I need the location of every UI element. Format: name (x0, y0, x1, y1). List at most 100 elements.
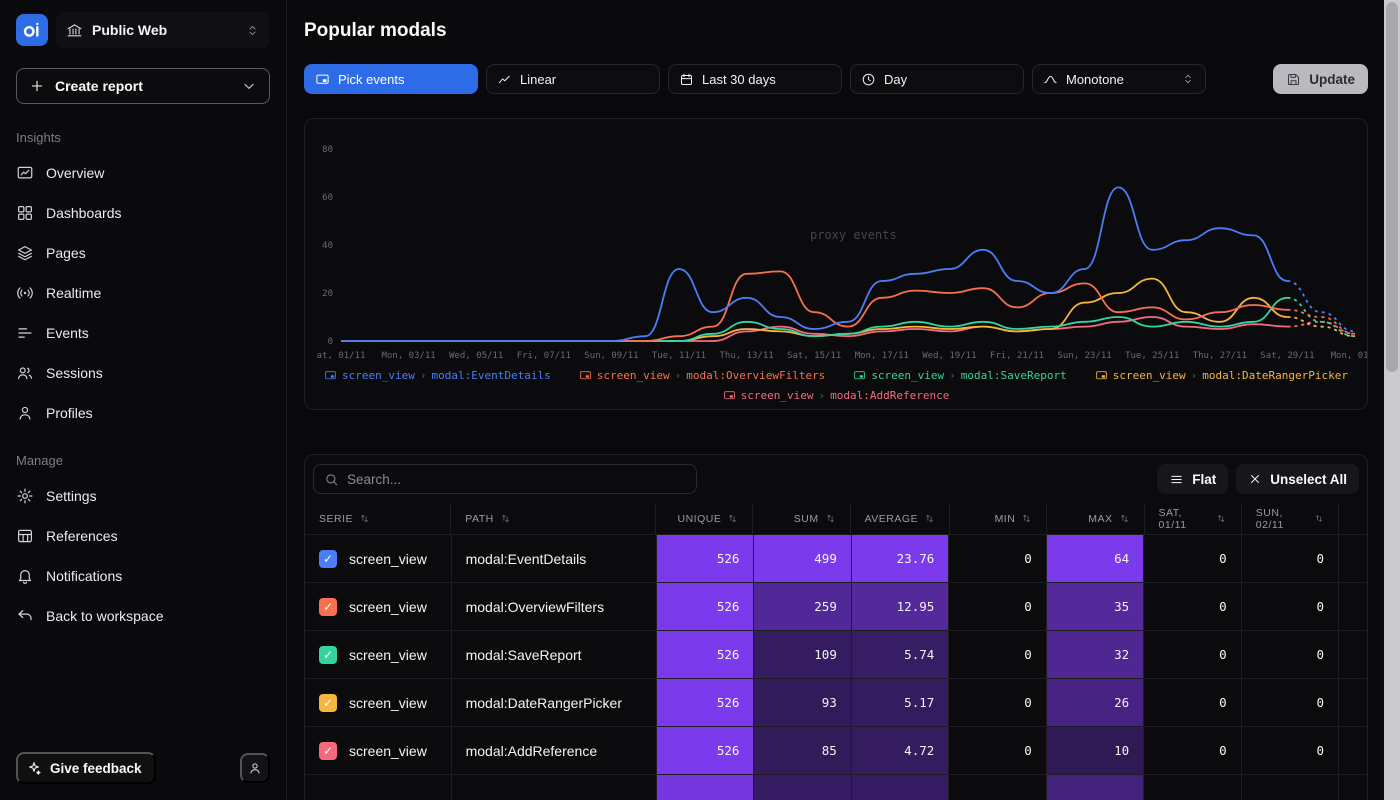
filter-pick-events-button[interactable]: Pick events (304, 64, 478, 94)
workspace-selector[interactable]: Public Web (56, 12, 270, 48)
sidebar-item-realtime[interactable]: Realtime (0, 273, 286, 313)
sat-cell: 0 (1143, 631, 1240, 678)
sidebar-item-pages[interactable]: Pages (0, 233, 286, 273)
legend-path: modal:EventDetails (432, 369, 551, 382)
svg-text:proxy events: proxy events (810, 228, 897, 242)
svg-text:Thu, 27/11: Thu, 27/11 (1193, 351, 1247, 361)
unselect-all-button[interactable]: Unselect All (1236, 464, 1359, 494)
column-label: Max (1088, 513, 1112, 525)
sidebar-item-references[interactable]: References (0, 516, 286, 556)
table-row: ✓screen_viewmodal:SaveReport5261095.7403… (305, 631, 1367, 679)
sun-cell (1241, 775, 1338, 800)
plus-icon (29, 78, 45, 94)
sidebar-item-label: Realtime (46, 285, 101, 301)
update-button[interactable]: Update (1273, 64, 1368, 94)
column-header-serie[interactable]: Serie (305, 503, 450, 534)
sidebar-nav: InsightsOverviewDashboardsPages Realtime E… (0, 110, 286, 636)
svg-text:Tue, 11/11: Tue, 11/11 (652, 351, 706, 361)
legend-event: screen_view (1113, 369, 1186, 382)
row-checkbox[interactable]: ✓ (319, 598, 337, 616)
sidebar-item-notifications[interactable]: Notifications (0, 556, 286, 596)
filter-day-button[interactable]: Day (850, 64, 1024, 94)
sat-cell: 0 (1143, 727, 1240, 774)
sum-cell: 93 (753, 679, 850, 726)
svg-text:Sun, 09/11: Sun, 09/11 (584, 351, 638, 361)
path-cell: modal:EventDetails (451, 535, 656, 582)
filter-monotone-button[interactable]: Monotone (1032, 64, 1206, 94)
sidebar-item-sessions[interactable]: Sessions (0, 353, 286, 393)
average-cell: 5.74 (851, 631, 948, 678)
sort-icon (1119, 513, 1130, 524)
row-checkbox[interactable]: ✓ (319, 694, 337, 712)
legend-item-modal-savereport[interactable]: screen_view›modal:SaveReport (853, 369, 1066, 382)
bank-icon (66, 22, 83, 39)
unique-cell: 526 (656, 631, 753, 678)
sidebar-item-dashboards[interactable]: Dashboards (0, 193, 286, 233)
column-header-min[interactable]: Min (949, 503, 1046, 534)
column-header-sun[interactable]: Sun, 02/11 (1241, 503, 1338, 534)
wave-icon (1043, 72, 1058, 87)
filter-last-30-days-button[interactable]: Last 30 days (668, 64, 842, 94)
search-icon (324, 472, 339, 487)
max-cell: 32 (1046, 631, 1143, 678)
sun-cell: 0 (1241, 583, 1338, 630)
flat-label: Flat (1192, 472, 1216, 487)
sum-cell: 109 (753, 631, 850, 678)
column-header-path[interactable]: Path (450, 503, 655, 534)
create-report-button[interactable]: Create report (16, 68, 270, 104)
legend-item-modal-overviewfilters[interactable]: screen_view›modal:OverviewFilters (579, 369, 826, 382)
column-label: Min (995, 513, 1016, 525)
serie-cell: ✓screen_view (305, 535, 451, 582)
sidebar-item-settings[interactable]: Settings (0, 476, 286, 516)
max-cell: 26 (1046, 679, 1143, 726)
pip-icon (1095, 369, 1108, 382)
column-header-max[interactable]: Max (1046, 503, 1143, 534)
scrollbar-thumb[interactable] (1386, 2, 1398, 372)
sort-icon (1021, 513, 1032, 524)
column-header-sum[interactable]: Sum (752, 503, 849, 534)
workspace-name: Public Web (92, 22, 167, 38)
legend-item-modal-eventdetails[interactable]: screen_view›modal:EventDetails (324, 369, 551, 382)
row-checkbox[interactable]: ✓ (319, 550, 337, 568)
sidebar: Public Web Create report InsightsOvervie… (0, 0, 287, 800)
vertical-scrollbar[interactable] (1384, 0, 1400, 800)
row-checkbox[interactable]: ✓ (319, 742, 337, 760)
profile-button[interactable] (240, 753, 270, 783)
sidebar-item-label: Sessions (46, 365, 103, 381)
svg-text:Thu, 13/11: Thu, 13/11 (720, 351, 774, 361)
give-feedback-button[interactable]: Give feedback (16, 752, 156, 784)
app-logo[interactable] (16, 14, 48, 46)
legend-separator: › (819, 389, 826, 402)
table-toolbar: Flat Unselect All (305, 455, 1367, 503)
filter-linear-button[interactable]: Linear (486, 64, 660, 94)
legend-event: screen_view (741, 389, 814, 402)
column-header-sat[interactable]: Sat, 01/11 (1144, 503, 1241, 534)
sidebar-item-label: Notifications (46, 568, 122, 584)
settings-icon (16, 487, 34, 505)
filter-label: Last 30 days (702, 72, 776, 87)
serie-cell (305, 775, 451, 800)
flat-button[interactable]: Flat (1157, 464, 1228, 494)
column-label: Sun, 02/11 (1256, 507, 1308, 531)
column-header-average[interactable]: Average (850, 503, 950, 534)
path-cell (451, 775, 656, 800)
dashboards-icon (16, 204, 34, 222)
row-checkbox[interactable]: ✓ (319, 646, 337, 664)
clock-icon (861, 72, 876, 87)
section-title-insights: Insights (0, 110, 286, 153)
serie-name: screen_view (349, 743, 427, 759)
serie-name: screen_view (349, 695, 427, 711)
sidebar-item-profiles[interactable]: Profiles (0, 393, 286, 433)
legend-item-modal-daterangerpicker[interactable]: screen_view›modal:DateRangerPicker (1095, 369, 1348, 382)
sum-cell (753, 775, 850, 800)
sidebar-item-back-to-workspace[interactable]: Back to workspace (0, 596, 286, 636)
sidebar-item-events[interactable]: Events (0, 313, 286, 353)
line-chart[interactable]: 020406080at, 01/11Mon, 03/11Wed, 05/11Fr… (307, 127, 1365, 367)
sort-icon (727, 513, 738, 524)
sort-icon (1216, 513, 1226, 524)
search-input[interactable] (347, 472, 686, 487)
column-header-unique[interactable]: Unique (655, 503, 752, 534)
max-cell (1046, 775, 1143, 800)
sidebar-item-overview[interactable]: Overview (0, 153, 286, 193)
legend-item-modal-addreference[interactable]: screen_view›modal:AddReference (723, 389, 950, 402)
